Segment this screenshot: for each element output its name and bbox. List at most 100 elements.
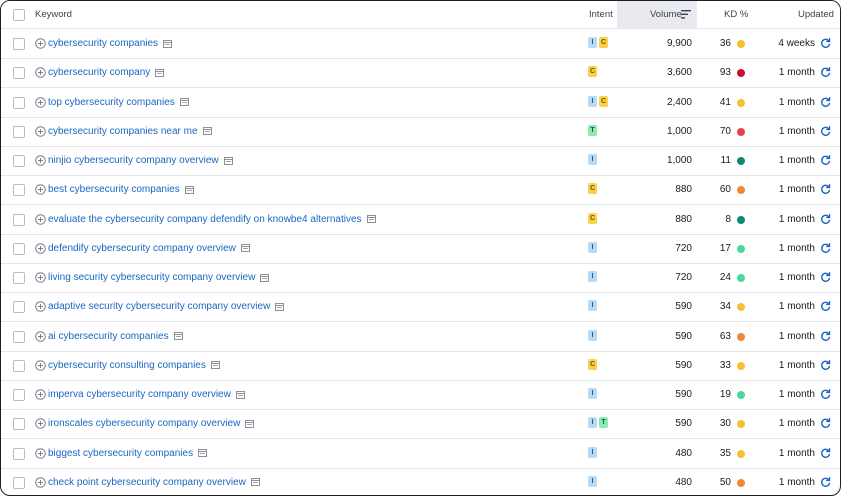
volume-column-header[interactable]: Volume [650, 1, 682, 28]
intent-column-header[interactable]: Intent [589, 1, 613, 28]
kd-value: 63 [719, 330, 731, 342]
keyword-link[interactable]: cybersecurity company [48, 58, 150, 87]
add-keyword-icon[interactable] [35, 301, 46, 313]
refresh-icon[interactable] [820, 125, 831, 137]
serp-preview-icon[interactable] [245, 419, 255, 428]
keyword-column-header[interactable]: Keyword [35, 1, 72, 28]
row-checkbox[interactable] [13, 184, 25, 197]
row-checkbox[interactable] [13, 389, 25, 401]
refresh-icon[interactable] [820, 96, 831, 108]
refresh-icon[interactable] [820, 447, 831, 459]
add-keyword-icon[interactable] [35, 447, 46, 459]
keyword-link[interactable]: top cybersecurity companies [48, 88, 175, 117]
serp-preview-icon[interactable] [260, 273, 270, 282]
row-checkbox[interactable] [13, 155, 25, 167]
refresh-icon[interactable] [820, 213, 831, 225]
keyword-link[interactable]: check point cybersecurity company overvi… [48, 468, 246, 495]
add-keyword-icon[interactable] [35, 272, 46, 283]
add-keyword-icon[interactable] [35, 184, 46, 196]
serp-preview-icon[interactable] [235, 390, 245, 399]
row-checkbox[interactable] [13, 213, 25, 226]
refresh-icon[interactable] [820, 476, 831, 488]
keyword-link[interactable]: living security cybersecurity company ov… [48, 263, 255, 292]
serp-preview-icon[interactable] [163, 39, 173, 48]
serp-preview-icon[interactable] [250, 478, 260, 487]
add-keyword-icon[interactable] [35, 418, 46, 430]
keyword-link[interactable]: cybersecurity companies [48, 29, 158, 58]
updated-value: 1 month [778, 330, 815, 342]
serp-preview-icon[interactable] [198, 449, 208, 457]
keyword-link[interactable]: ironscales cybersecurity company overvie… [48, 409, 240, 438]
refresh-icon[interactable] [820, 389, 831, 400]
row-checkbox[interactable] [13, 38, 25, 50]
row-checkbox[interactable] [13, 359, 25, 372]
refresh-icon[interactable] [820, 418, 831, 429]
keyword-link[interactable]: adaptive security cybersecurity company … [48, 292, 270, 321]
keyword-link[interactable]: evaluate the cybersecurity company defen… [48, 205, 362, 234]
row-checkbox[interactable] [13, 96, 25, 109]
serp-preview-icon[interactable] [173, 332, 183, 340]
serp-preview-icon[interactable] [202, 127, 212, 136]
intent-badges: I [588, 300, 597, 312]
row-checkbox[interactable] [13, 272, 25, 284]
intent-badges: I [588, 388, 597, 399]
row-checkbox[interactable] [13, 330, 25, 343]
add-keyword-icon[interactable] [35, 67, 46, 79]
refresh-icon[interactable] [820, 330, 831, 342]
add-keyword-icon[interactable] [35, 476, 46, 488]
refresh-icon[interactable] [820, 272, 831, 283]
keyword-link[interactable]: cybersecurity consulting companies [48, 351, 206, 380]
add-keyword-icon[interactable] [35, 242, 46, 254]
row-checkbox[interactable] [13, 242, 25, 255]
sort-descending-icon[interactable] [681, 10, 691, 19]
add-keyword-icon[interactable] [35, 96, 46, 108]
add-keyword-icon[interactable] [35, 330, 46, 342]
intent-badges: C [588, 358, 597, 370]
add-keyword-icon[interactable] [35, 359, 46, 371]
select-all-checkbox[interactable] [13, 9, 25, 21]
keyword-link[interactable]: cybersecurity companies near me [48, 117, 198, 146]
row-checkbox[interactable] [13, 476, 25, 489]
keyword-link[interactable]: best cybersecurity companies [48, 175, 180, 204]
table-row: living security cybersecurity company ov… [1, 263, 840, 293]
add-keyword-icon[interactable] [35, 125, 46, 137]
keyword-link[interactable]: ninjio cybersecurity company overview [48, 146, 219, 175]
refresh-icon[interactable] [820, 359, 831, 371]
serp-preview-icon[interactable] [179, 98, 189, 106]
row-checkbox[interactable] [13, 418, 25, 431]
row-checkbox[interactable] [13, 125, 25, 138]
refresh-icon[interactable] [820, 38, 831, 49]
serp-preview-icon[interactable] [275, 302, 285, 311]
refresh-icon[interactable] [820, 155, 831, 166]
refresh-icon[interactable] [820, 242, 831, 254]
table-row: biggest cybersecurity companies I 480 35… [1, 439, 840, 469]
serp-preview-icon[interactable] [210, 361, 220, 370]
add-keyword-icon[interactable] [35, 213, 46, 225]
serp-preview-icon[interactable] [223, 156, 233, 165]
serp-preview-icon[interactable] [366, 215, 376, 223]
keyword-link[interactable]: ai cybersecurity companies [48, 322, 169, 351]
serp-preview-icon[interactable] [184, 185, 194, 194]
intent-badge: C [588, 183, 597, 195]
serp-preview-icon[interactable] [240, 244, 250, 253]
kd-value: 35 [719, 447, 731, 459]
add-keyword-icon[interactable] [35, 38, 46, 49]
kd-column-header[interactable]: KD % [724, 1, 748, 28]
keyword-link[interactable]: defendify cybersecurity company overview [48, 234, 236, 263]
keyword-link[interactable]: biggest cybersecurity companies [48, 439, 193, 468]
keyword-link[interactable]: imperva cybersecurity company overview [48, 380, 231, 409]
refresh-icon[interactable] [820, 67, 831, 78]
kd-difficulty-dot [737, 478, 745, 487]
refresh-icon[interactable] [820, 301, 831, 312]
add-keyword-icon[interactable] [35, 155, 46, 166]
serp-preview-icon[interactable] [155, 68, 165, 77]
updated-column-header[interactable]: Updated [798, 1, 834, 28]
refresh-icon[interactable] [820, 184, 831, 195]
row-checkbox[interactable] [13, 301, 25, 314]
volume-value: 880 [675, 213, 692, 225]
intent-badge: I [588, 37, 597, 48]
row-checkbox[interactable] [13, 67, 25, 80]
row-checkbox[interactable] [13, 447, 25, 460]
kd-difficulty-dot [737, 157, 745, 165]
add-keyword-icon[interactable] [35, 389, 46, 400]
